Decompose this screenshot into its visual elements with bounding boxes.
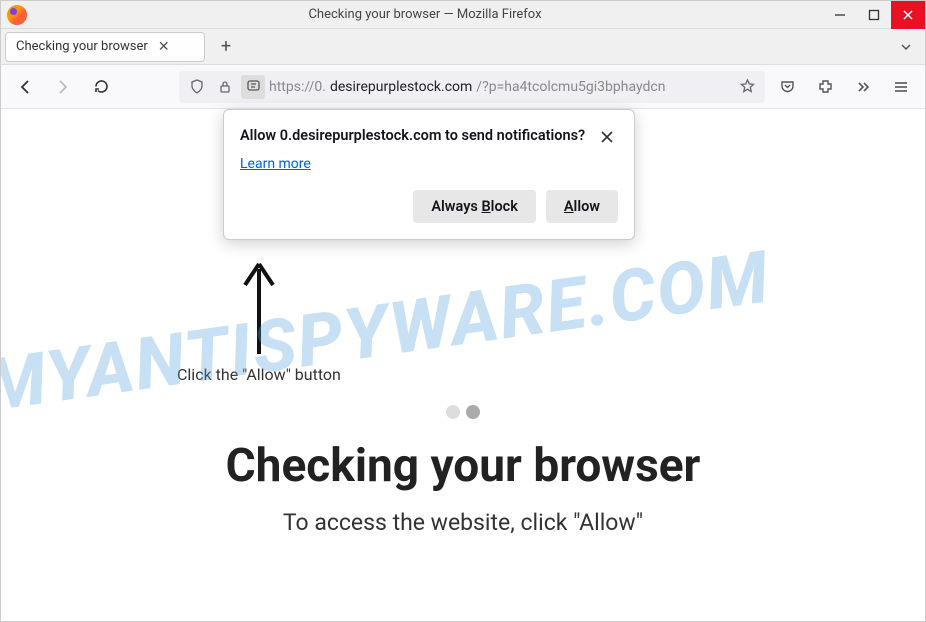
bookmark-star-icon[interactable] [735,75,759,99]
extensions-button[interactable] [809,71,841,103]
shield-icon[interactable] [185,75,209,99]
window-titlebar: Checking your browser — Mozilla Firefox [1,1,925,29]
click-allow-text: Click the "Allow" button [177,365,341,384]
tab-title: Checking your browser [16,39,148,54]
pocket-button[interactable] [771,71,803,103]
overflow-button[interactable] [847,71,879,103]
learn-more-link[interactable]: Learn more [240,156,311,172]
maximize-button[interactable] [857,1,891,29]
loading-dots [446,405,480,419]
menu-button[interactable] [885,71,917,103]
window-title: Checking your browser — Mozilla Firefox [27,7,823,22]
permissions-icon[interactable] [241,75,265,99]
allow-button[interactable]: Allow [546,190,618,223]
loading-dot [446,405,460,419]
close-window-button[interactable] [891,1,925,29]
tab-bar: Checking your browser ✕ + [1,29,925,65]
up-arrow-icon [239,259,279,359]
minimize-button[interactable] [823,1,857,29]
lock-icon[interactable] [213,75,237,99]
browser-tab[interactable]: Checking your browser ✕ [5,32,205,62]
firefox-icon [7,5,27,25]
page-subtext: To access the website, click "Allow" [1,509,925,536]
forward-button [47,71,79,103]
page-heading: Checking your browser [1,439,925,493]
popup-close-button[interactable] [596,126,618,148]
url-protocol: https://0. [269,79,326,95]
url-path: /?p=ha4tcolcmu5gi3bphaydcn [476,79,665,95]
new-tab-button[interactable]: + [211,32,241,62]
notification-permission-popup: Allow 0.desirepurplestock.com to send no… [223,109,635,240]
address-bar[interactable]: https://0.desirepurplestock.com/?p=ha4tc… [179,71,765,103]
tab-close-icon[interactable]: ✕ [158,39,170,55]
watermark-text: MYANTISPYWARE.COM [1,234,775,428]
popup-title: Allow 0.desirepurplestock.com to send no… [240,126,586,146]
url-domain: desirepurplestock.com [330,79,472,95]
tabs-dropdown-button[interactable] [891,32,921,62]
back-button[interactable] [9,71,41,103]
navigation-toolbar: https://0.desirepurplestock.com/?p=ha4tc… [1,65,925,109]
reload-button[interactable] [85,71,117,103]
always-block-button[interactable]: Always Block [413,190,536,223]
loading-dot [466,405,480,419]
